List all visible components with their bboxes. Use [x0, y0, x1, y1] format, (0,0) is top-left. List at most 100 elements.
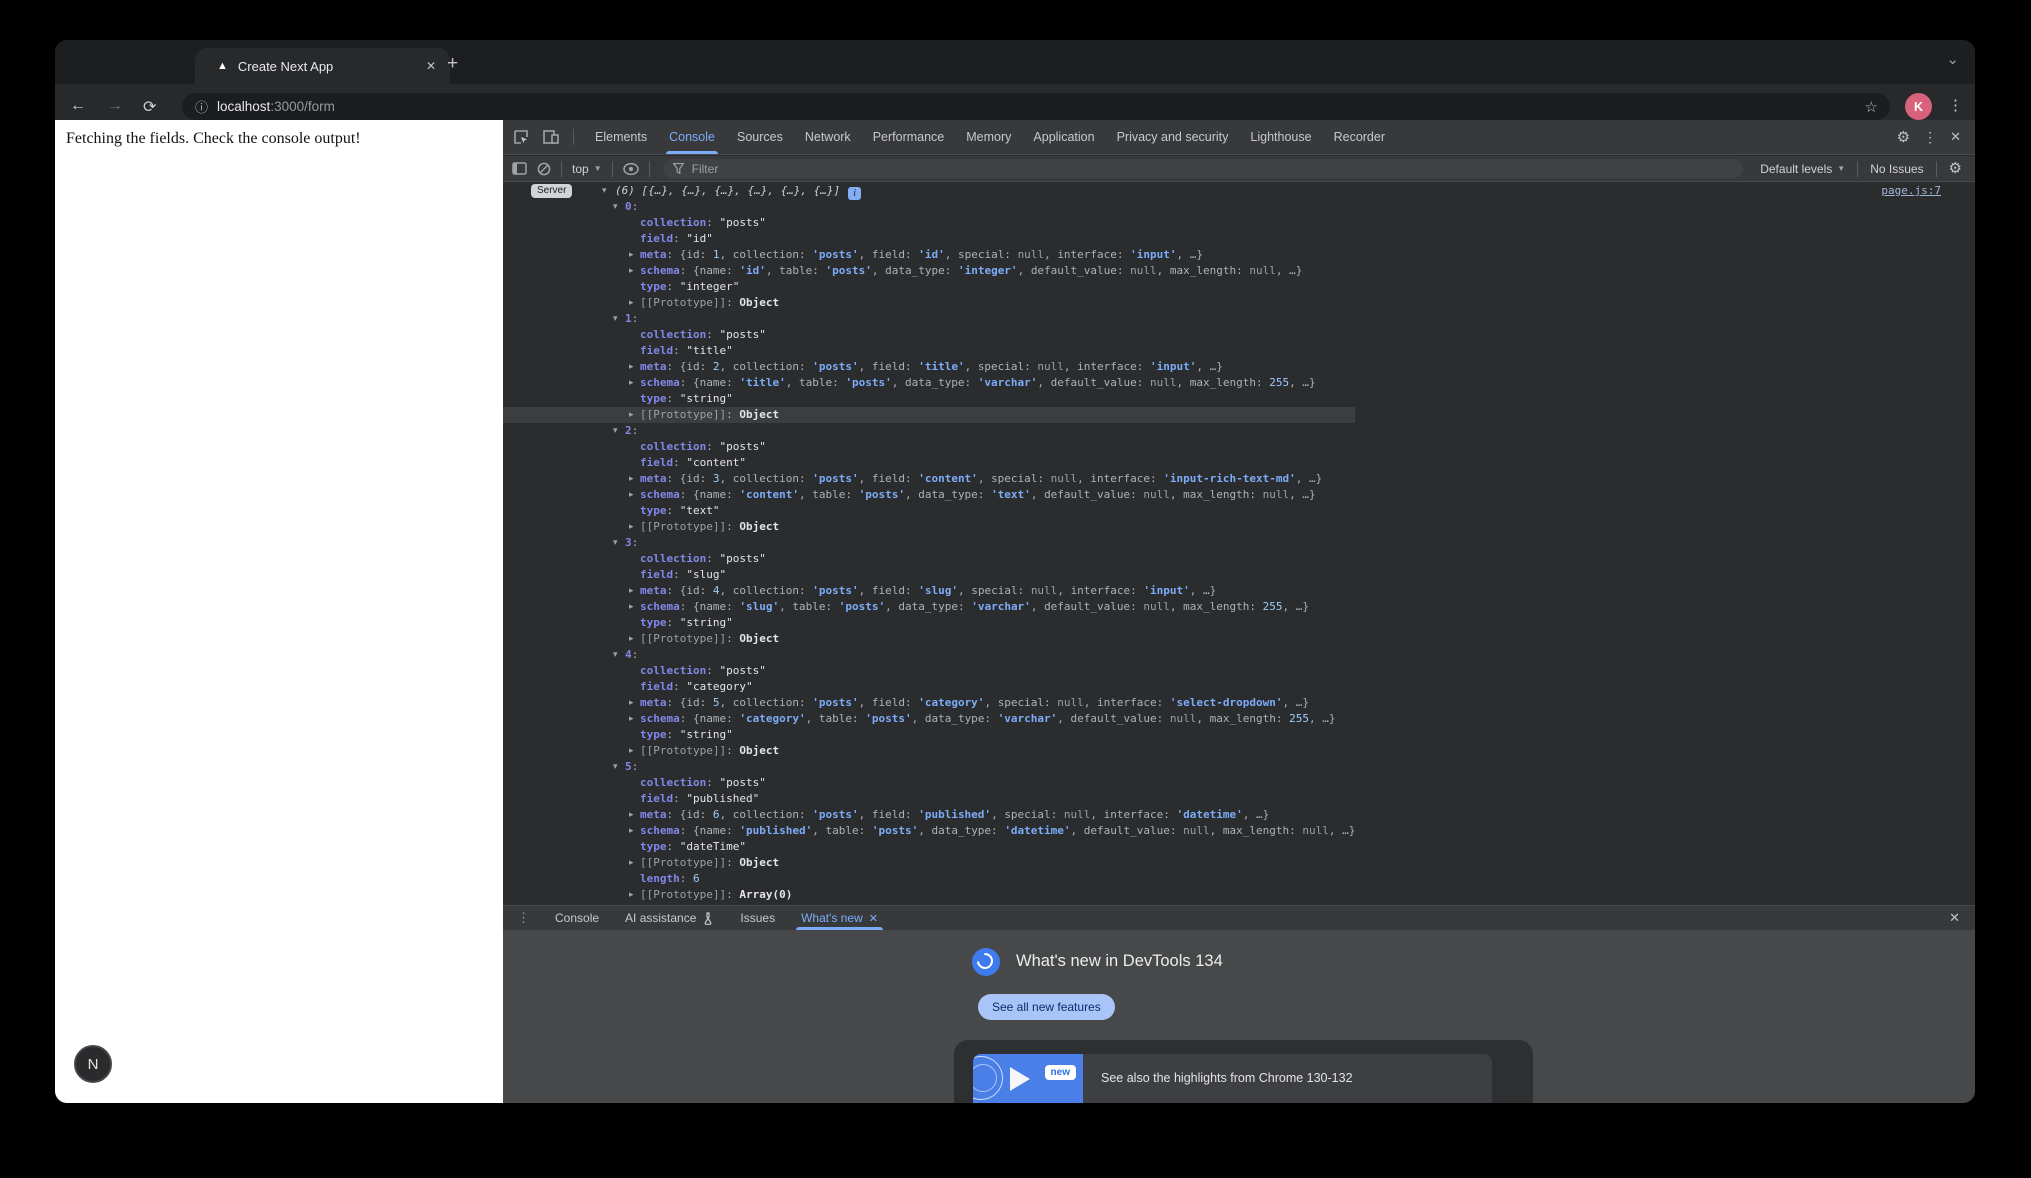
devtools-tab-network[interactable]: Network — [794, 120, 862, 154]
drawer-tab-console[interactable]: Console — [542, 906, 612, 930]
console-row: ▸meta: {id: 5, collection: 'posts', fiel… — [503, 695, 1975, 711]
issues-counter[interactable]: No Issues — [1870, 162, 1923, 176]
devtools-tab-memory[interactable]: Memory — [955, 120, 1022, 154]
console-row: ▸[[Prototype]]: Object — [503, 855, 1975, 871]
divider — [573, 129, 574, 145]
tree-expanded-icon[interactable]: ▾ — [613, 423, 618, 439]
tree-collapsed-icon[interactable]: ▸ — [629, 487, 634, 503]
console-row: ▾4: — [503, 647, 1975, 663]
forward-icon[interactable]: → — [107, 97, 123, 115]
console-row: ▸schema: {name: 'published', table: 'pos… — [503, 823, 1975, 839]
tree-collapsed-icon[interactable]: ▸ — [629, 407, 634, 423]
tree-collapsed-icon[interactable]: ▸ — [629, 263, 634, 279]
browser-menu-icon[interactable]: ⋮ — [1948, 96, 1963, 114]
drawer-tab-close-icon[interactable]: ✕ — [869, 912, 878, 925]
see-all-features-button[interactable]: See all new features — [978, 994, 1115, 1020]
javascript-context-selector[interactable]: top ▼ — [572, 162, 602, 176]
tree-collapsed-icon[interactable]: ▸ — [629, 519, 634, 535]
live-expression-eye-icon[interactable] — [623, 163, 639, 175]
reload-icon[interactable]: ⟳ — [143, 97, 156, 117]
devtools-settings-gear-icon[interactable]: ⚙ — [1897, 130, 1910, 145]
highlights-thumbnail: new — [973, 1054, 1083, 1103]
tree-expanded-icon[interactable]: ▾ — [613, 759, 618, 775]
tree-collapsed-icon[interactable]: ▸ — [629, 295, 634, 311]
drawer-menu-icon[interactable]: ⋮ — [503, 910, 542, 926]
console-row: ▾1: — [503, 311, 1975, 327]
console-row: ▸[[Prototype]]: Array(0) — [503, 887, 1975, 903]
devtools-tab-sources[interactable]: Sources — [726, 120, 794, 154]
devtools-tab-performance[interactable]: Performance — [862, 120, 956, 154]
drawer-tab-what-s-new[interactable]: What's new ✕ — [788, 906, 891, 930]
devtools-more-icon[interactable]: ⋮ — [1923, 129, 1937, 146]
tab-search-chevron-icon[interactable]: ⌄ — [1946, 50, 1959, 68]
drawer-tabbar: ⋮ ConsoleAI assistanceIssuesWhat's new ✕… — [503, 905, 1975, 930]
tree-collapsed-icon[interactable]: ▸ — [629, 711, 634, 727]
console-filter-input[interactable]: Filter — [663, 159, 1743, 178]
console-row: ▸meta: {id: 2, collection: 'posts', fiel… — [503, 359, 1975, 375]
url-bar[interactable]: ⓘ localhost:3000/form ☆ — [182, 93, 1890, 120]
tab-strip: ▲ Create Next App ✕ + ⌄ — [55, 40, 1975, 84]
tree-expanded-icon[interactable]: ▾ — [613, 311, 618, 327]
nextjs-devtools-button[interactable]: N — [74, 1045, 112, 1083]
devtools-right-icons: ⚙ ⋮ ✕ — [1897, 129, 1975, 146]
tree-collapsed-icon[interactable]: ▸ — [629, 823, 634, 839]
devtools-tabbar: ElementsConsoleSourcesNetworkPerformance… — [503, 120, 1975, 155]
console-sidebar-icon[interactable] — [512, 162, 527, 175]
new-tab-button[interactable]: + — [447, 54, 458, 73]
console-row: type: "integer" — [503, 279, 1975, 295]
tree-collapsed-icon[interactable]: ▸ — [629, 359, 634, 375]
console-row: ▾2: — [503, 423, 1975, 439]
play-icon — [1010, 1067, 1030, 1091]
console-row: ▸meta: {id: 4, collection: 'posts', fiel… — [503, 583, 1975, 599]
devtools-tab-elements[interactable]: Elements — [584, 120, 658, 154]
drawer-tab-issues[interactable]: Issues — [727, 906, 788, 930]
back-icon[interactable]: ← — [70, 97, 86, 115]
tree-expanded-icon[interactable]: ▾ — [613, 199, 618, 215]
flask-icon — [702, 912, 714, 925]
tree-collapsed-icon[interactable]: ▸ — [629, 375, 634, 391]
browser-tab[interactable]: ▲ Create Next App ✕ — [195, 48, 450, 84]
console-row: collection: "posts" — [503, 215, 1975, 231]
tree-expanded-icon[interactable]: ▾ — [602, 183, 607, 199]
devtools-close-icon[interactable]: ✕ — [1950, 129, 1961, 145]
console-row: ▸schema: {name: 'content', table: 'posts… — [503, 487, 1975, 503]
context-label: top — [572, 162, 589, 176]
tree-collapsed-icon[interactable]: ▸ — [629, 695, 634, 711]
tab-close-icon[interactable]: ✕ — [426, 59, 436, 73]
url-path: :3000/form — [270, 99, 335, 114]
tree-expanded-icon[interactable]: ▾ — [613, 647, 618, 663]
tree-collapsed-icon[interactable]: ▸ — [629, 631, 634, 647]
devtools-tab-privacy-and-security[interactable]: Privacy and security — [1106, 120, 1240, 154]
console-row: type: "string" — [503, 727, 1975, 743]
tree-collapsed-icon[interactable]: ▸ — [629, 583, 634, 599]
console-settings-gear-icon[interactable]: ⚙ — [1949, 161, 1962, 176]
tree-expanded-icon[interactable]: ▾ — [613, 535, 618, 551]
clear-console-icon[interactable] — [537, 162, 551, 176]
site-info-icon[interactable]: ⓘ — [195, 97, 208, 116]
console-row: collection: "posts" — [503, 439, 1975, 455]
drawer-close-icon[interactable]: ✕ — [1949, 910, 1975, 926]
tree-collapsed-icon[interactable]: ▸ — [629, 807, 634, 823]
devtools-logo-icon — [972, 948, 1000, 976]
highlights-row[interactable]: new See also the highlights from Chrome … — [973, 1054, 1492, 1103]
devtools-tab-lighthouse[interactable]: Lighthouse — [1239, 120, 1322, 154]
tree-collapsed-icon[interactable]: ▸ — [629, 855, 634, 871]
devtools-tab-application[interactable]: Application — [1022, 120, 1105, 154]
tree-collapsed-icon[interactable]: ▸ — [629, 887, 634, 903]
devtools-left-icons — [503, 129, 584, 145]
inspect-element-icon[interactable] — [513, 129, 529, 145]
tree-collapsed-icon[interactable]: ▸ — [629, 471, 634, 487]
devtools-tab-console[interactable]: Console — [658, 120, 726, 154]
console-row: ▸[[Prototype]]: Object — [503, 295, 1975, 311]
tree-collapsed-icon[interactable]: ▸ — [629, 743, 634, 759]
console-row: field: "title" — [503, 343, 1975, 359]
devtools-tab-recorder[interactable]: Recorder — [1323, 120, 1396, 154]
tree-collapsed-icon[interactable]: ▸ — [629, 599, 634, 615]
bookmark-star-icon[interactable]: ☆ — [1865, 98, 1878, 116]
nextjs-favicon-icon: ▲ — [217, 60, 228, 72]
device-toolbar-icon[interactable] — [543, 130, 559, 144]
drawer-tab-ai-assistance[interactable]: AI assistance — [612, 906, 727, 930]
profile-avatar[interactable]: K — [1905, 93, 1932, 120]
tree-collapsed-icon[interactable]: ▸ — [629, 247, 634, 263]
log-levels-dropdown[interactable]: Default levels ▼ — [1760, 162, 1845, 176]
